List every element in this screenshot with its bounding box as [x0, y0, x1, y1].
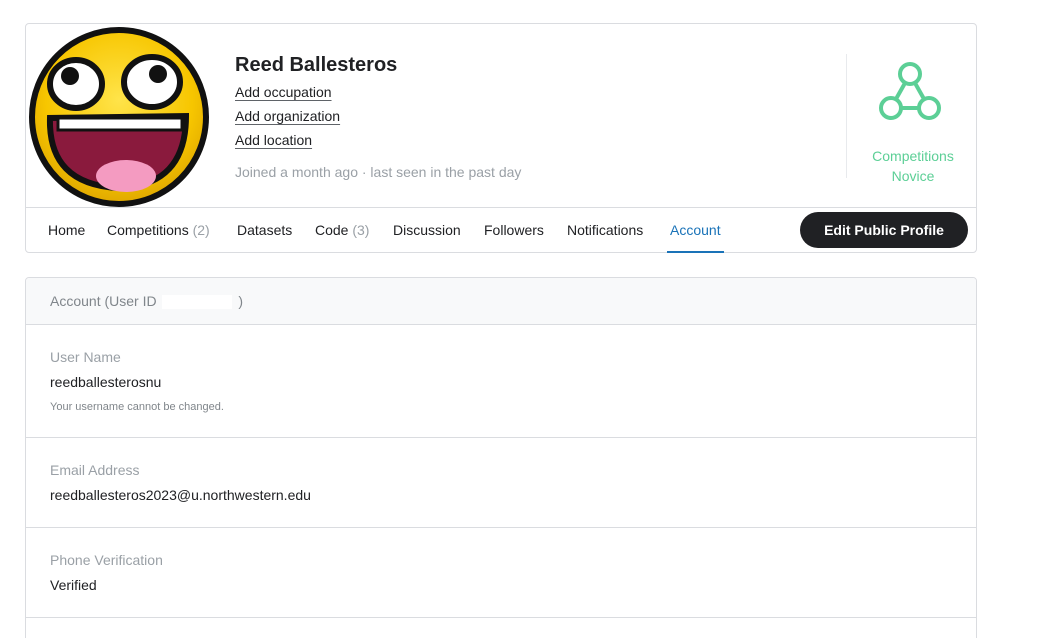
phone-section: Phone Verification Verified: [26, 528, 976, 618]
novice-tier-icon: [879, 62, 941, 120]
email-label: Email Address: [50, 462, 140, 478]
tier-category: Competitions: [872, 148, 954, 164]
tab-discussion[interactable]: Discussion: [393, 208, 461, 253]
profile-tabs: Home Competitions (2) Datasets Code (3) …: [26, 207, 976, 253]
email-section: Email Address reedballesteros2023@u.nort…: [26, 438, 976, 528]
tab-home[interactable]: Home: [48, 208, 85, 253]
tab-count: (2): [192, 222, 210, 238]
profile-name: Reed Ballesteros: [235, 54, 398, 76]
account-card: Account (User ID ) User Name reedballest…: [25, 277, 977, 638]
account-header: Account (User ID ): [26, 278, 976, 325]
tier-level: Novice: [891, 168, 935, 184]
tab-label: Account: [670, 222, 721, 238]
account-header-suffix: ): [238, 293, 244, 309]
user-id-redacted: [162, 295, 233, 310]
account-header-prefix: Account (User ID: [50, 293, 157, 309]
username-hint: Your username cannot be changed.: [50, 401, 224, 413]
phone-value: Verified: [50, 577, 97, 593]
edit-public-profile-button[interactable]: Edit Public Profile: [800, 212, 968, 248]
tab-notifications[interactable]: Notifications: [567, 208, 643, 253]
awesome-smiley-avatar: [29, 27, 209, 207]
tab-label: Discussion: [393, 222, 461, 238]
add-location-link[interactable]: Add location: [235, 132, 312, 148]
tab-account[interactable]: Account: [667, 208, 724, 253]
tab-followers[interactable]: Followers: [484, 208, 544, 253]
username-value: reedballesterosnu: [50, 374, 162, 390]
tab-label: Home: [48, 222, 86, 238]
tab-label: Code: [315, 222, 349, 238]
add-occupation-link[interactable]: Add occupation: [235, 84, 332, 100]
tab-label: Competitions: [107, 222, 189, 238]
tab-label: Notifications: [567, 222, 644, 238]
phone-label: Phone Verification: [50, 552, 163, 568]
tab-code[interactable]: Code (3): [315, 208, 369, 253]
tab-count: (3): [352, 222, 370, 238]
username-label: User Name: [50, 349, 121, 365]
tier-label: Competitions Novice: [848, 146, 978, 186]
tier-divider: [846, 54, 847, 178]
joined-status: Joined a month ago · last seen in the pa…: [235, 164, 522, 180]
email-value: reedballesteros2023@u.northwestern.edu: [50, 487, 311, 503]
tab-datasets[interactable]: Datasets: [237, 208, 292, 253]
username-section: User Name reedballesterosnu Your usernam…: [26, 325, 976, 438]
tab-label: Followers: [484, 222, 544, 238]
profile-header-card: Reed Ballesteros Add occupation Add orga…: [25, 23, 977, 253]
tab-label: Datasets: [237, 222, 293, 238]
tab-competitions[interactable]: Competitions (2): [107, 208, 210, 253]
add-organization-link[interactable]: Add organization: [235, 108, 340, 124]
